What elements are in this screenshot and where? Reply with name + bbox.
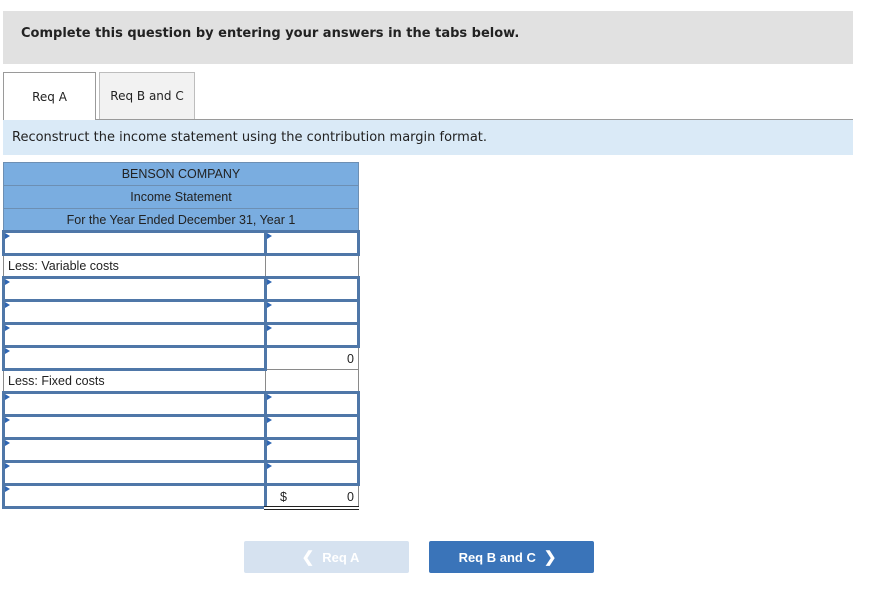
- net-income-label-input[interactable]: [2, 483, 267, 509]
- table-row: 0: [2, 345, 359, 371]
- statement-period: For the Year Ended December 31, Year 1: [3, 208, 359, 232]
- tab-bar: Req A Req B and C: [3, 72, 853, 120]
- sales-amount-input[interactable]: [264, 230, 360, 256]
- variable-costs-label: Less: Variable costs: [3, 254, 266, 278]
- contribution-margin-value: 0: [265, 345, 359, 370]
- tab-req-a[interactable]: Req A: [3, 72, 96, 120]
- company-name: BENSON COMPANY: [3, 162, 359, 186]
- tab-req-b-and-c[interactable]: Req B and C: [99, 72, 195, 119]
- table-row: Less: Fixed costs: [3, 369, 359, 393]
- instruction-text: Complete this question by entering your …: [21, 26, 520, 41]
- table-row: [2, 230, 360, 256]
- fixed-cost-label-input[interactable]: [2, 414, 267, 440]
- fixed-cost-amount-input[interactable]: [264, 391, 360, 417]
- next-req-b-and-c-button[interactable]: Req B and C ❯: [429, 541, 594, 573]
- variable-cost-label-input[interactable]: [2, 299, 267, 325]
- sales-label-input[interactable]: [2, 230, 267, 256]
- instruction-banner: Complete this question by entering your …: [3, 11, 853, 64]
- table-row: [2, 322, 360, 348]
- currency-symbol: $: [280, 490, 287, 504]
- next-button-label: Req B and C: [458, 549, 536, 565]
- tab-req-a-label: Req A: [32, 89, 67, 104]
- variable-cost-label-input[interactable]: [2, 276, 267, 302]
- table-row: [2, 414, 360, 440]
- table-row: [2, 299, 360, 325]
- variable-cost-amount-input[interactable]: [264, 276, 360, 302]
- prev-req-a-button[interactable]: ❮ Req A: [244, 541, 409, 573]
- blank-cell: [265, 369, 359, 393]
- variable-cost-label-input[interactable]: [2, 322, 267, 348]
- table-row: [2, 437, 360, 463]
- fixed-costs-label: Less: Fixed costs: [3, 369, 266, 393]
- income-statement-table: BENSON COMPANY Income Statement For the …: [2, 162, 360, 510]
- net-income-value: 0: [347, 490, 354, 504]
- prev-button-label: Req A: [322, 549, 360, 565]
- chevron-right-icon: ❯: [543, 549, 557, 566]
- table-row: [2, 276, 360, 302]
- question-prompt: Reconstruct the income statement using t…: [3, 120, 853, 155]
- fixed-cost-label-input[interactable]: [2, 437, 267, 463]
- table-row: Less: Variable costs: [3, 254, 359, 278]
- fixed-cost-amount-input[interactable]: [264, 414, 360, 440]
- table-row: [2, 391, 360, 417]
- net-income-cell: $0: [265, 483, 359, 510]
- blank-cell: [265, 254, 359, 278]
- prompt-text: Reconstruct the income statement using t…: [12, 130, 488, 145]
- table-row: [2, 460, 360, 486]
- fixed-cost-amount-input[interactable]: [264, 437, 360, 463]
- table-row: $0: [2, 483, 359, 510]
- tab-req-b-and-c-label: Req B and C: [110, 89, 184, 103]
- variable-cost-amount-input[interactable]: [264, 299, 360, 325]
- variable-cost-amount-input[interactable]: [264, 322, 360, 348]
- fixed-cost-label-input[interactable]: [2, 460, 267, 486]
- chevron-left-icon: ❮: [301, 549, 315, 566]
- statement-title: Income Statement: [3, 185, 359, 209]
- fixed-cost-label-input[interactable]: [2, 391, 267, 417]
- fixed-cost-amount-input[interactable]: [264, 460, 360, 486]
- contribution-margin-label-input[interactable]: [2, 345, 267, 371]
